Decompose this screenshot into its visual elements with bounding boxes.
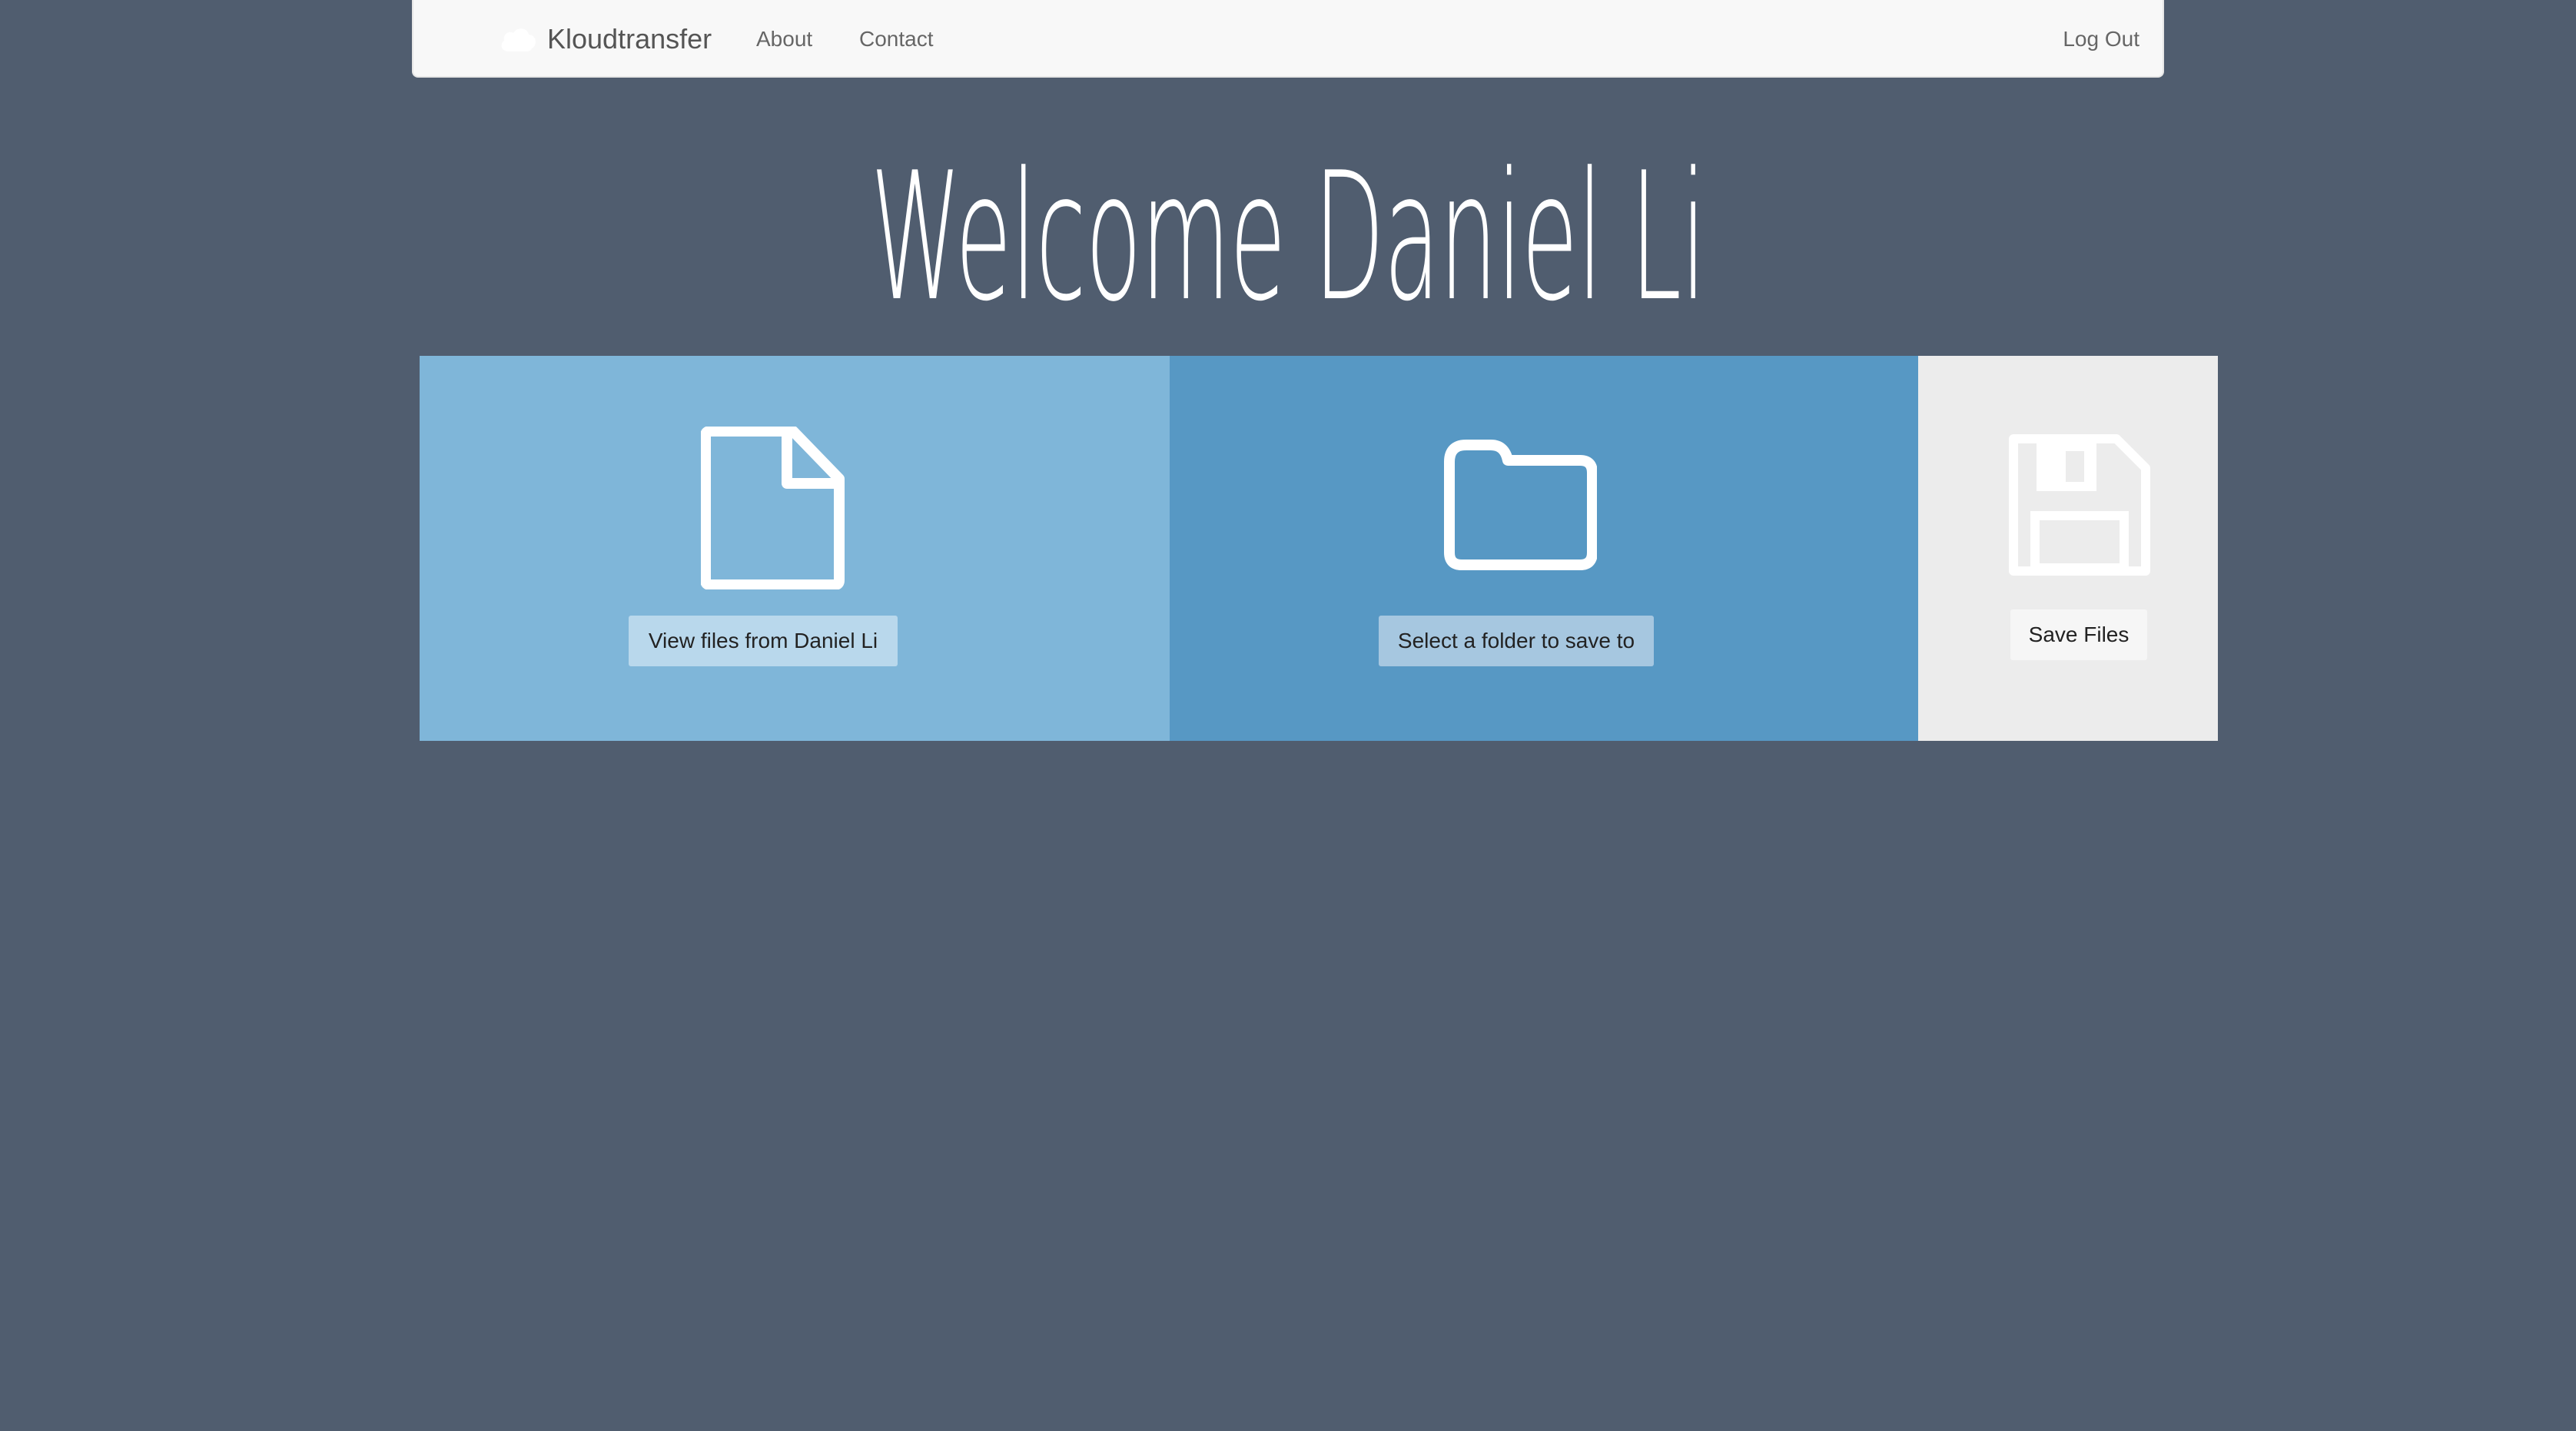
brand-name: Kloudtransfer bbox=[547, 22, 712, 55]
nav-contact-link[interactable]: Contact bbox=[859, 0, 934, 78]
view-files-button[interactable]: View files from Daniel Li bbox=[629, 616, 898, 666]
logout-link[interactable]: Log Out bbox=[2063, 0, 2139, 78]
save-files-panel: Save Files bbox=[1918, 356, 2218, 741]
floppy-disk-icon bbox=[2009, 434, 2150, 576]
save-files-button[interactable]: Save Files bbox=[2010, 609, 2147, 660]
select-folder-button[interactable]: Select a folder to save to bbox=[1379, 616, 1654, 666]
cloud-icon bbox=[501, 28, 536, 51]
welcome-heading: Welcome Daniel Li bbox=[870, 135, 1707, 340]
top-navbar: Kloudtransfer About Contact Log Out bbox=[412, 0, 2164, 78]
folder-icon bbox=[1444, 440, 1597, 570]
select-folder-panel: Select a folder to save to bbox=[1170, 356, 1918, 741]
brand-link[interactable]: Kloudtransfer bbox=[498, 0, 712, 78]
file-icon bbox=[701, 427, 845, 589]
nav-about-link[interactable]: About bbox=[756, 0, 812, 78]
view-files-panel: View files from Daniel Li bbox=[420, 356, 1170, 741]
